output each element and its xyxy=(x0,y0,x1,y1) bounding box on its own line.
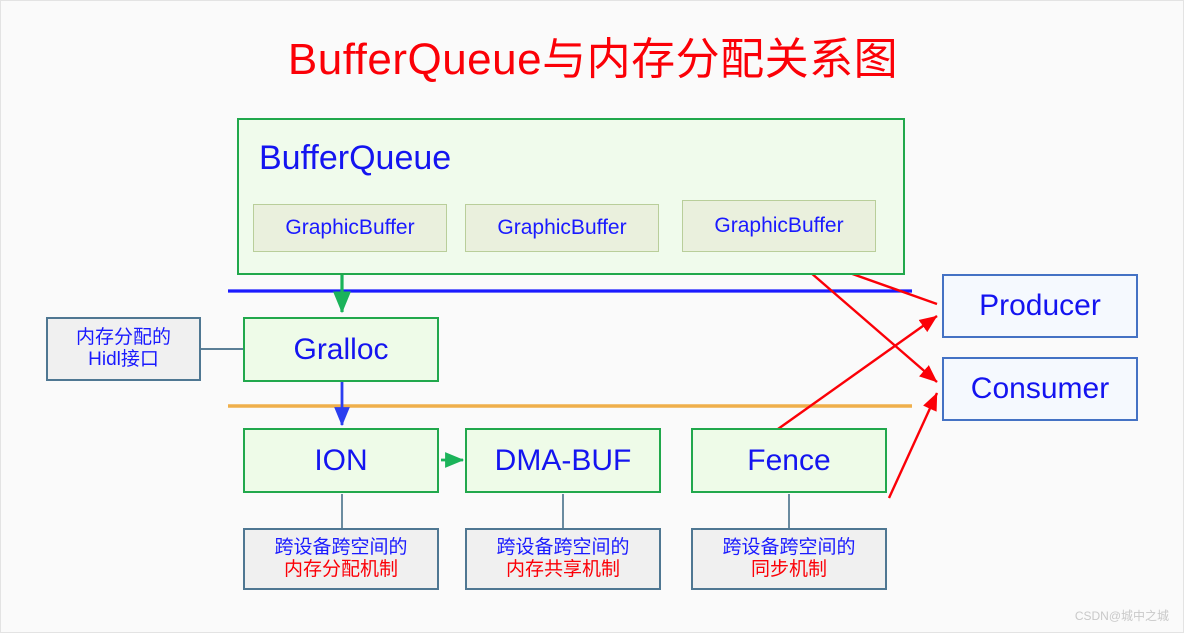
graphicbuffer-box-1[interactable]: GraphicBuffer xyxy=(253,204,447,252)
edge-fence-to-producer xyxy=(777,315,938,430)
consumer-label: Consumer xyxy=(970,372,1110,406)
note-hidl-line1: 内存分配的 xyxy=(75,326,171,348)
gralloc-label: Gralloc xyxy=(293,332,389,366)
note-dmabuf-mechanism[interactable]: 跨设备跨空间的 内存共享机制 xyxy=(465,528,661,590)
fence-box[interactable]: Fence xyxy=(691,428,887,493)
dmabuf-box[interactable]: DMA-BUF xyxy=(465,428,661,493)
producer-label: Producer xyxy=(979,289,1101,323)
fence-label: Fence xyxy=(747,443,831,477)
note-fence-mechanism[interactable]: 跨设备跨空间的 同步机制 xyxy=(691,528,887,590)
graphicbuffer-box-2[interactable]: GraphicBuffer xyxy=(465,204,659,252)
graphicbuffer-label-1: GraphicBuffer xyxy=(285,215,415,239)
graphicbuffer-label-3: GraphicBuffer xyxy=(714,213,844,237)
note-ion-line1: 跨设备跨空间的 xyxy=(274,536,408,558)
note-hidl-line2: Hidl接口 xyxy=(88,349,159,370)
page-title: BufferQueue与内存分配关系图 xyxy=(287,35,899,84)
note-fence-line1: 跨设备跨空间的 xyxy=(722,536,856,558)
producer-box[interactable]: Producer xyxy=(942,274,1138,338)
graphicbuffer-label-2: GraphicBuffer xyxy=(497,215,627,239)
watermark: CSDN@城中之城 xyxy=(1074,609,1169,623)
bufferqueue-label: BufferQueue xyxy=(259,139,452,177)
edge-fence-to-consumer xyxy=(887,392,939,499)
ion-box[interactable]: ION xyxy=(243,428,439,493)
note-hidl-interface[interactable]: 内存分配的 Hidl接口 xyxy=(46,317,201,381)
gralloc-box[interactable]: Gralloc xyxy=(243,317,439,382)
note-ion-line2: 内存分配机制 xyxy=(283,559,398,580)
note-dmabuf-line2: 内存共享机制 xyxy=(505,559,620,580)
note-fence-line2: 同步机制 xyxy=(750,559,827,580)
diagram-canvas: BufferQueue与内存分配关系图 BufferQueue GraphicB… xyxy=(0,0,1184,633)
ion-label: ION xyxy=(314,443,368,477)
dmabuf-label: DMA-BUF xyxy=(494,443,632,477)
consumer-box[interactable]: Consumer xyxy=(942,357,1138,421)
note-ion-mechanism[interactable]: 跨设备跨空间的 内存分配机制 xyxy=(243,528,439,590)
graphicbuffer-box-3[interactable]: GraphicBuffer xyxy=(682,200,876,252)
note-dmabuf-line1: 跨设备跨空间的 xyxy=(496,536,630,558)
